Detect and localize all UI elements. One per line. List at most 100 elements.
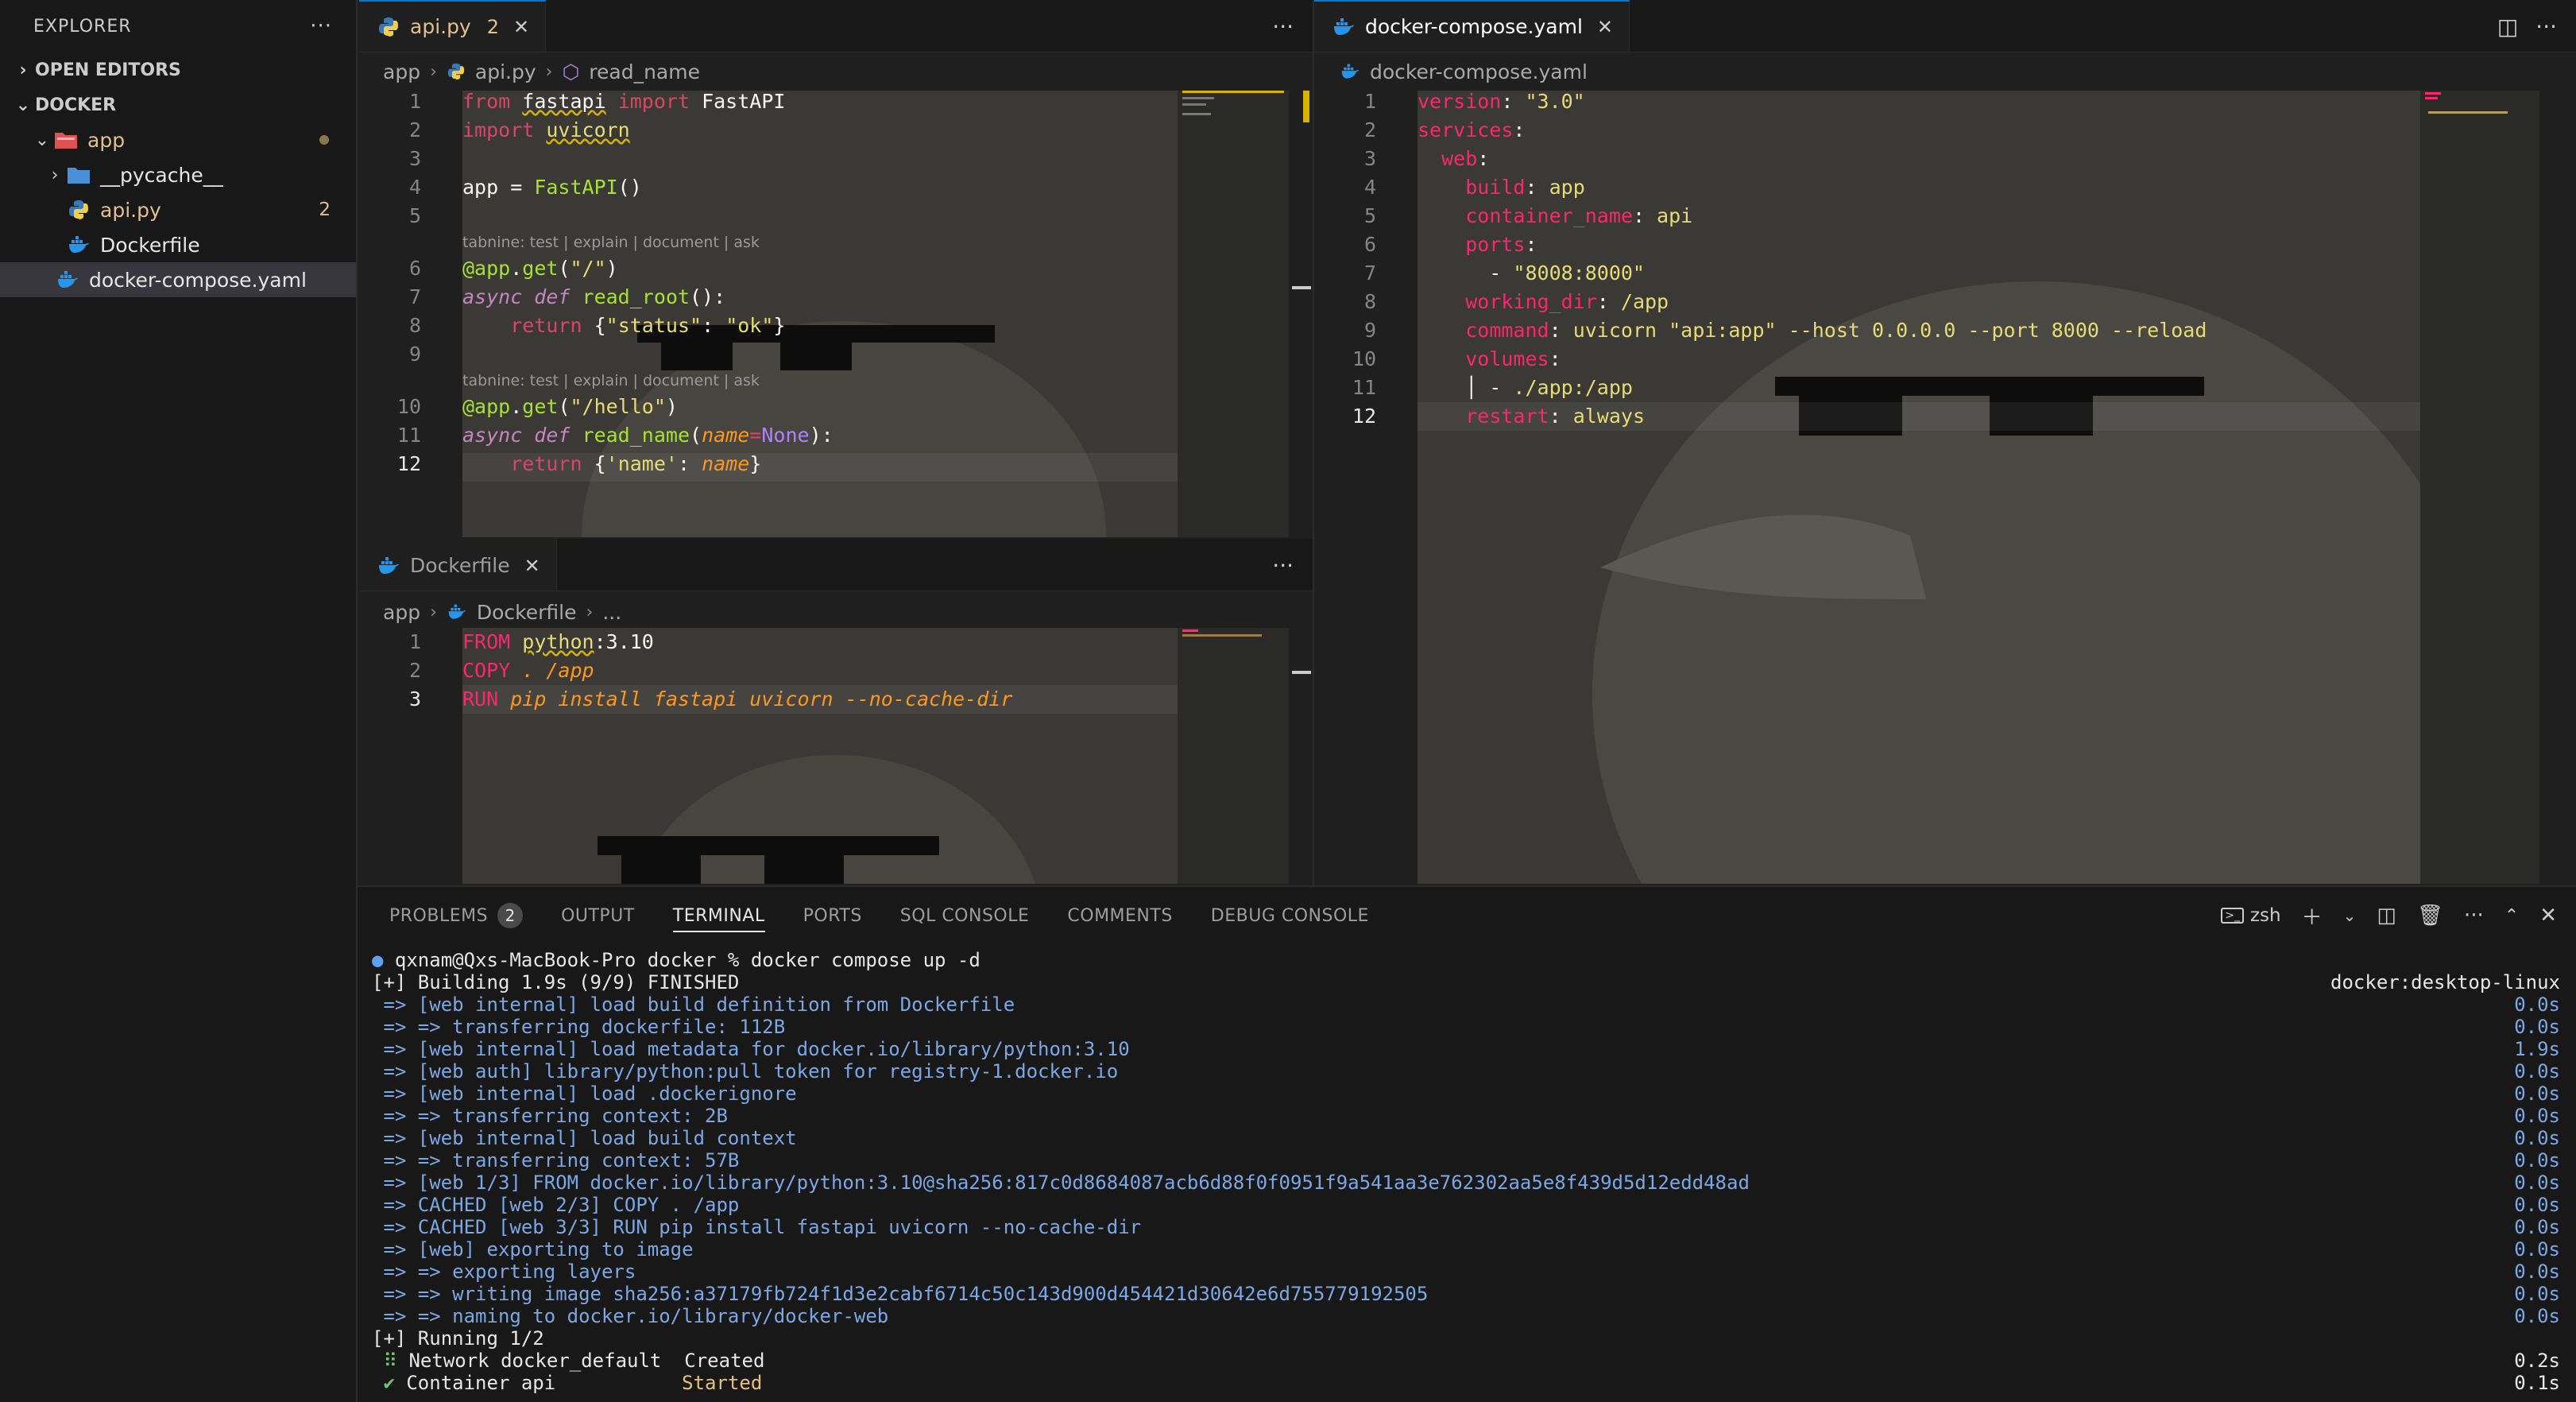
explorer-more-button[interactable]: ··· — [310, 14, 332, 38]
code-line: services: — [1418, 118, 1526, 141]
compose-breadcrumb: docker-compose.yaml — [1340, 52, 1588, 91]
tab-problem-count: 2 — [486, 15, 500, 38]
code-line: async def read_name(name=None): — [462, 424, 834, 447]
code-line: working_dir: /app — [1465, 290, 1669, 313]
trash-icon[interactable]: 🗑 — [2417, 904, 2443, 928]
open-editors-label: OPEN EDITORS — [35, 60, 181, 80]
tree-item-dockerfile[interactable]: Dockerfile — [0, 227, 356, 262]
code-line: ports: — [1465, 233, 1537, 256]
tab-label: api.py — [410, 15, 471, 38]
tab-docker-compose[interactable]: docker-compose.yaml ✕ — [1314, 0, 1630, 52]
explorer-title: EXPLORER — [33, 16, 132, 37]
dockerfile-tabbar: Dockerfile ✕ ··· — [359, 539, 1313, 591]
code-line: app = FastAPI() — [462, 176, 642, 199]
more-actions-icon[interactable]: ··· — [2535, 14, 2557, 40]
terminal-shell-selector[interactable]: >_ zsh — [2221, 905, 2281, 926]
tab-ports[interactable]: PORTS — [803, 906, 862, 926]
tree-item-docker-compose[interactable]: docker-compose.yaml — [0, 262, 356, 297]
terminal-line: => [web internal] load build context 0.0s — [372, 1127, 2560, 1149]
close-icon[interactable]: ✕ — [2539, 904, 2557, 928]
tab-terminal[interactable]: TERMINAL — [672, 906, 765, 932]
tab-problems[interactable]: PROBLEMS 2 — [389, 903, 524, 928]
terminal-line: [+] Building 1.9s (9/9) FINISHED docker:d… — [372, 971, 2560, 993]
add-terminal-icon[interactable]: ＋ — [2302, 901, 2323, 931]
code-line: volumes: — [1465, 347, 1561, 370]
chevron-right-icon: › — [430, 61, 437, 82]
breadcrumb-item[interactable]: ... — [602, 601, 621, 624]
tab-sql-console[interactable]: SQL CONSOLE — [900, 906, 1030, 926]
codelens[interactable]: tabnine: test | explain | document | ask — [462, 230, 760, 254]
dockerfile-minimap[interactable] — [1178, 628, 1289, 884]
close-icon[interactable]: ✕ — [1597, 16, 1613, 38]
tab-api-py[interactable]: api.py 2 ✕ — [359, 0, 547, 52]
code-line: │ - ./app:/app — [1418, 376, 1633, 399]
breadcrumb-item[interactable]: app — [383, 601, 420, 624]
open-editors-section[interactable]: › OPEN EDITORS — [0, 52, 356, 87]
tab-comments[interactable]: COMMENTS — [1067, 906, 1172, 926]
problems-count-badge: 2 — [497, 903, 524, 928]
folder-open-icon — [54, 128, 78, 152]
panel-actions: >_ zsh ＋ ⌄ ◫ 🗑 ··· ⌃ ✕ — [2221, 887, 2557, 944]
tree-item-api-py[interactable]: api.py 2 — [0, 192, 356, 227]
terminal-line: => [web] exporting to image 0.0s — [372, 1238, 2560, 1261]
python-icon — [377, 15, 400, 39]
code-line: restart: always — [1465, 405, 1645, 428]
docker-icon — [67, 233, 91, 257]
codelens[interactable]: tabnine: test | explain | document | ask — [462, 369, 760, 393]
docker-icon — [377, 554, 400, 578]
docker-icon — [56, 268, 79, 292]
api-minimap[interactable] — [1178, 91, 1289, 537]
code-line: RUN pip install fastapi uvicorn --no-cac… — [462, 687, 1013, 711]
tree-item-label: Dockerfile — [100, 233, 200, 257]
dockerfile-scrollbar[interactable] — [1292, 628, 1311, 884]
compose-minimap[interactable] — [2420, 91, 2539, 884]
split-terminal-icon[interactable]: ◫ — [2377, 904, 2396, 928]
terminal-line: => => exporting layers 0.0s — [372, 1261, 2560, 1283]
chevron-up-icon[interactable]: ⌃ — [2504, 906, 2519, 926]
terminal-line: => => writing image sha256:a37179fb724f1… — [372, 1283, 2560, 1305]
tab-debug-console[interactable]: DEBUG CONSOLE — [1211, 906, 1369, 926]
breadcrumb-item[interactable]: Dockerfile — [477, 601, 577, 624]
api-breadcrumb: app › api.py › ⬡ read_name — [383, 52, 700, 91]
more-actions-icon[interactable]: ··· — [1272, 552, 1294, 579]
tab-output[interactable]: OUTPUT — [561, 906, 635, 926]
terminal-line: => => transferring dockerfile: 112B 0.0s — [372, 1016, 2560, 1038]
close-icon[interactable]: ✕ — [513, 16, 529, 38]
tab-label: docker-compose.yaml — [1365, 15, 1583, 38]
breadcrumb-item[interactable]: read_name — [589, 60, 700, 83]
close-icon[interactable]: ✕ — [524, 555, 540, 577]
chevron-right-icon: › — [430, 602, 437, 622]
terminal-line: => [web auth] library/python:pull token … — [372, 1060, 2560, 1082]
python-icon — [67, 198, 91, 222]
tab-dockerfile[interactable]: Dockerfile ✕ — [359, 539, 557, 591]
chevron-right-icon: › — [19, 60, 27, 80]
dockerfile-breadcrumb: app › Dockerfile › ... — [383, 593, 621, 631]
code-line: web: — [1441, 147, 1490, 170]
tree-item-label: docker-compose.yaml — [89, 268, 307, 292]
api-scrollbar[interactable] — [1292, 91, 1311, 537]
tree-item-pycache[interactable]: › __pycache__ — [0, 157, 356, 192]
tree-item-label: app — [87, 128, 126, 152]
python-icon — [447, 60, 466, 83]
breadcrumb-item[interactable]: app — [383, 60, 420, 83]
compose-editor-actions: ◫ ··· — [2497, 0, 2557, 52]
workspace-section[interactable]: ⌄ DOCKER — [0, 87, 356, 122]
code-line: from fastapi import FastAPI — [462, 90, 786, 113]
tree-item-label: api.py — [100, 198, 161, 222]
terminal-line: ⠿ Network docker_default Created 0.2s — [383, 1350, 2560, 1372]
breadcrumb-item[interactable]: api.py — [475, 60, 536, 83]
code-line: container_name: api — [1465, 204, 1693, 227]
more-actions-icon[interactable]: ··· — [2464, 904, 2484, 928]
tree-item-app[interactable]: ⌄ app — [0, 122, 356, 157]
compose-scrollbar[interactable] — [2543, 91, 2562, 884]
terminal-line: ✔ Container api Started 0.1s — [383, 1372, 2560, 1394]
code-line: version: "3.0" — [1418, 90, 1585, 113]
terminal-output[interactable]: ● qxnam@Qxs-MacBook-Pro docker % docker … — [372, 949, 2565, 1394]
terminal-line: => [web internal] load build definition … — [372, 993, 2560, 1016]
explorer-sidebar: EXPLORER ··· › OPEN EDITORS ⌄ DOCKER ⌄ a… — [0, 0, 358, 1402]
breadcrumb-item[interactable]: docker-compose.yaml — [1370, 60, 1588, 83]
more-actions-icon[interactable]: ··· — [1272, 14, 1294, 40]
docker-icon — [1340, 60, 1360, 83]
chevron-down-icon[interactable]: ⌄ — [2343, 906, 2357, 925]
split-editor-icon[interactable]: ◫ — [2497, 14, 2518, 40]
